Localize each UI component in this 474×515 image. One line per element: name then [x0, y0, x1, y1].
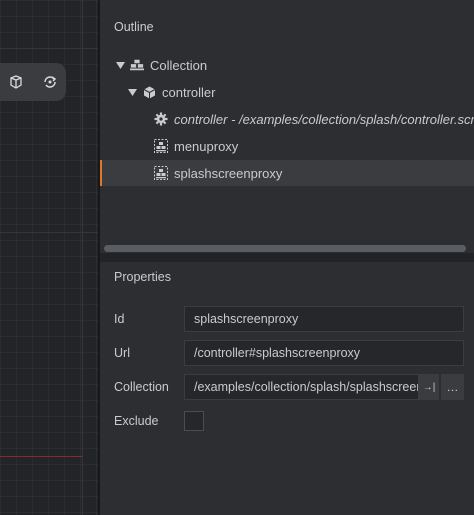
- url-label: Url: [114, 346, 130, 360]
- ellipsis-icon: …: [446, 380, 459, 394]
- tree-item-label: splashscreenproxy: [174, 165, 283, 181]
- realign-camera-icon[interactable]: [42, 74, 58, 90]
- tree-item-label: Collection: [150, 57, 208, 73]
- tree-item-menuproxy[interactable]: menuproxy: [100, 133, 474, 159]
- game-object-icon: [142, 85, 156, 99]
- perspective-icon[interactable]: [8, 74, 24, 90]
- tree-item-splashscreenproxy[interactable]: splashscreenproxy: [100, 160, 474, 186]
- id-field[interactable]: splashscreenproxy: [184, 306, 464, 332]
- collection-proxy-icon: [154, 166, 168, 180]
- open-resource-button[interactable]: →|: [419, 374, 439, 400]
- collection-label: Collection: [114, 380, 169, 394]
- browse-resource-button[interactable]: …: [441, 374, 464, 400]
- tree-item-label: controller: [162, 84, 216, 100]
- exclude-checkbox[interactable]: [184, 411, 204, 431]
- id-label: Id: [114, 312, 125, 326]
- tree-item-collection[interactable]: Collection: [100, 52, 474, 78]
- grid-line: [0, 232, 98, 233]
- grid-line: [0, 48, 98, 49]
- exclude-label: Exclude: [114, 414, 159, 428]
- x-axis-line: [0, 456, 82, 457]
- expand-caret-icon[interactable]: [115, 60, 125, 70]
- properties-panel: Properties Id splashscreenproxy Url /con…: [100, 262, 474, 515]
- grid-line: [82, 0, 83, 515]
- url-field[interactable]: /controller#splashscreenproxy: [184, 340, 464, 366]
- collection-field[interactable]: /examples/collection/splash/splashscreen…: [184, 374, 419, 400]
- collection-icon: [130, 58, 144, 72]
- outline-title: Outline: [114, 20, 154, 34]
- tree-item-label: controller - /examples/collection/splash…: [174, 111, 474, 127]
- properties-title: Properties: [114, 270, 171, 284]
- scene-viewport[interactable]: [0, 0, 98, 515]
- outline-horizontal-scrollbar[interactable]: [104, 245, 466, 252]
- outline-panel: Outline Collection controller controller…: [100, 0, 474, 253]
- open-resource-icon: →|: [422, 381, 436, 393]
- script-gear-icon: [154, 112, 168, 126]
- tree-item-controller-script[interactable]: controller - /examples/collection/splash…: [100, 106, 474, 132]
- panel-splitter[interactable]: [100, 253, 474, 262]
- expand-caret-icon[interactable]: [127, 87, 137, 97]
- scene-toolbar: [0, 63, 66, 101]
- tree-item-controller[interactable]: controller: [100, 79, 474, 105]
- collection-proxy-icon: [154, 139, 168, 153]
- tree-item-label: menuproxy: [174, 138, 239, 154]
